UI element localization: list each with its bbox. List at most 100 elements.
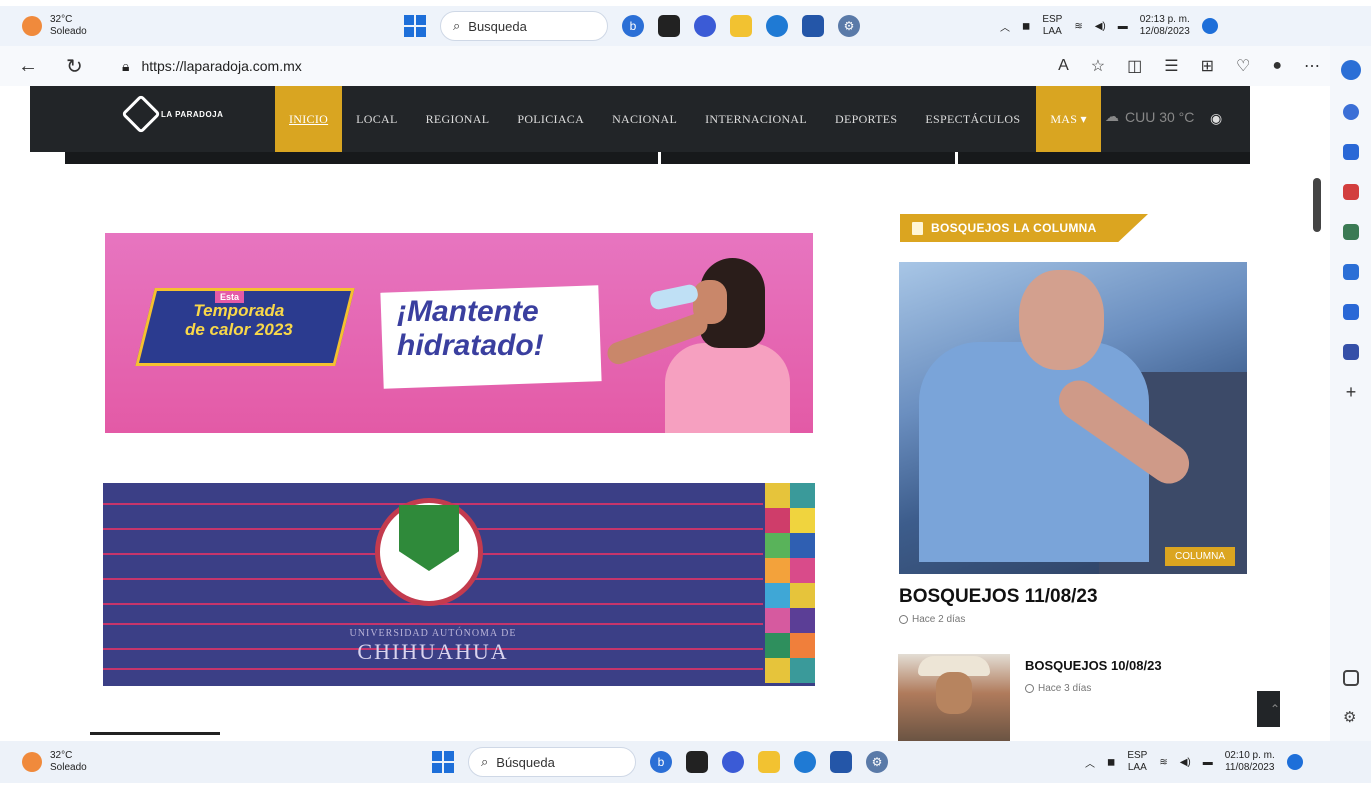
settings-gear-icon[interactable]: ⚙ [1343, 710, 1359, 726]
profile-icon[interactable]: ● [1272, 57, 1282, 75]
bing-icon[interactable]: b [650, 751, 672, 773]
notification-icon[interactable] [1201, 18, 1218, 34]
taskbar-search[interactable]: ⌕ Búsqueda [468, 747, 636, 777]
menu-item-deportes[interactable]: DEPORTES [821, 86, 911, 152]
task-view-icon[interactable] [658, 15, 680, 37]
wifi-icon[interactable]: ≋ [1074, 21, 1082, 32]
windows-start-icon[interactable] [404, 15, 426, 37]
scrollbar-thumb[interactable] [1313, 178, 1321, 232]
menu-item-inicio[interactable]: INICIO [275, 86, 343, 152]
weather-condition: Soleado [50, 26, 87, 37]
clock-time: 02:13 p. m. [1139, 14, 1190, 25]
webpage: LA PARADOJA INICIO LOCAL REGIONAL POLICI… [30, 86, 1280, 741]
taskbar-search-label: Busqueda [468, 18, 527, 34]
second-time-text: Hace 3 días [1038, 683, 1092, 694]
settings-gear-icon[interactable]: ⚙ [866, 751, 888, 773]
collections-icon[interactable]: ⊞ [1201, 56, 1214, 76]
edge-icon[interactable] [794, 751, 816, 773]
page-scrollbar[interactable] [1309, 86, 1327, 741]
menu-item-regional[interactable]: REGIONAL [412, 86, 504, 152]
language-indicator[interactable]: ESP LAA [1127, 750, 1147, 774]
edge-icon[interactable] [766, 15, 788, 37]
file-explorer-icon[interactable] [730, 15, 752, 37]
search-icon: ⌕ [453, 18, 461, 33]
windows-start-icon[interactable] [432, 751, 454, 773]
task-view-icon[interactable] [686, 751, 708, 773]
address-bar[interactable]: 🔒︎ https://laparadoja.com.mx [122, 58, 302, 75]
wifi-icon[interactable]: ≋ [1159, 757, 1167, 768]
second-article-thumbnail[interactable] [898, 654, 1010, 741]
site-logo[interactable]: LA PARADOJA [121, 94, 224, 134]
hydration-message: ¡Mantente hidratado! [397, 295, 544, 363]
file-explorer-icon[interactable] [758, 751, 780, 773]
back-arrow-icon[interactable]: ← [18, 55, 38, 78]
bing-icon[interactable]: b [622, 15, 644, 37]
menu-item-local[interactable]: LOCAL [342, 86, 412, 152]
add-icon[interactable]: + [1343, 383, 1359, 401]
mosaic-pattern [765, 483, 815, 686]
chevron-up-icon[interactable]: ︿ [1000, 19, 1010, 34]
search-icon[interactable] [1343, 104, 1359, 120]
volume-icon[interactable]: ◀) [1095, 21, 1106, 32]
clock[interactable]: 02:13 p. m. 12/08/2023 [1140, 14, 1190, 38]
rss-icon[interactable]: ◉ [1210, 110, 1222, 127]
scroll-to-top-button[interactable]: ⌃ [1257, 691, 1280, 727]
split-screen-icon[interactable]: ◫ [1127, 56, 1142, 76]
read-aloud-icon[interactable]: A [1058, 57, 1069, 75]
chevron-up-icon[interactable]: ︿ [1085, 755, 1095, 770]
outlook-icon[interactable] [1343, 304, 1359, 320]
logo-text: LA PARADOJA [161, 109, 224, 119]
browser-actions: A ☆ ◫ ☰ ⊞ ♡ ● ⋯ [1058, 56, 1320, 76]
clock[interactable]: 02:10 p. m. 11/08/2023 [1225, 750, 1275, 774]
taskbar-apps: ⌕ Busqueda b ⚙ [404, 11, 860, 41]
clock-date: 11/08/2023 [1225, 762, 1275, 773]
store-icon[interactable] [830, 751, 852, 773]
settings-gear-icon[interactable]: ⚙ [838, 15, 860, 37]
menu-item-mas[interactable]: MAS ▾ [1036, 86, 1101, 152]
subnav-divider [658, 152, 661, 164]
sidebar-toggle-icon[interactable] [1343, 670, 1359, 686]
tray-app-icon[interactable]: ◼ [1022, 21, 1030, 32]
language-indicator[interactable]: ESP LAA [1042, 14, 1062, 38]
more-menu-icon[interactable]: ⋯ [1304, 56, 1320, 76]
refresh-icon[interactable]: ↻ [66, 54, 83, 79]
heart-icon[interactable]: ♡ [1236, 56, 1250, 76]
briefcase-icon[interactable] [1343, 184, 1359, 200]
menu-item-policiaca[interactable]: POLICIACA [503, 86, 598, 152]
section-title: BOSQUEJOS LA COLUMNA [931, 221, 1097, 235]
battery-icon[interactable]: ▬ [1118, 21, 1128, 32]
office-icon[interactable] [1343, 264, 1359, 280]
menu-item-internacional[interactable]: INTERNACIONAL [691, 86, 821, 152]
people-icon[interactable] [1343, 224, 1359, 240]
edge-sidebar: + ⚙ [1330, 46, 1371, 741]
feature-article-title[interactable]: BOSQUEJOS 11/08/23 [899, 586, 1098, 608]
bing-chat-icon[interactable] [1341, 60, 1361, 80]
store-icon[interactable] [802, 15, 824, 37]
menu-item-nacional[interactable]: NACIONAL [598, 86, 691, 152]
tag-icon[interactable] [1343, 144, 1359, 160]
hydration-banner[interactable]: Esta Temporada de calor 2023 ¡Mantente h… [105, 233, 813, 433]
category-tag[interactable]: COLUMNA [1164, 547, 1235, 566]
taskbar-apps: ⌕ Búsqueda b ⚙ [432, 747, 888, 777]
notification-icon[interactable] [1286, 754, 1303, 770]
uach-banner[interactable]: UNIVERSIDAD AUTÓNOMA DE CHIHUAHUA [103, 483, 815, 686]
message-line1: ¡Mantente [397, 295, 539, 328]
tray-app-icon[interactable]: ◼ [1107, 757, 1115, 768]
battery-icon[interactable]: ▬ [1203, 757, 1213, 768]
chat-icon[interactable] [722, 751, 744, 773]
weather-widget[interactable]: 32°C Soleado [22, 14, 87, 38]
taskbar-search[interactable]: ⌕ Busqueda [440, 11, 608, 41]
chat-icon[interactable] [694, 15, 716, 37]
clock-icon [1025, 684, 1034, 693]
feature-article-image[interactable]: COLUMNA [899, 262, 1247, 574]
favorite-star-icon[interactable]: ☆ [1091, 56, 1105, 76]
menu-item-espectaculos[interactable]: ESPECTÁCULOS [911, 86, 1034, 152]
shopping-icon[interactable] [1343, 344, 1359, 360]
weather-temperature: 32°C [50, 750, 73, 761]
favorites-icon[interactable]: ☰ [1164, 56, 1178, 76]
woman-drinking-image [604, 258, 790, 433]
document-icon [912, 221, 923, 235]
second-article-title[interactable]: BOSQUEJOS 10/08/23 [1025, 658, 1162, 673]
volume-icon[interactable]: ◀) [1180, 757, 1191, 768]
weather-widget[interactable]: 32°C Soleado [22, 750, 87, 774]
